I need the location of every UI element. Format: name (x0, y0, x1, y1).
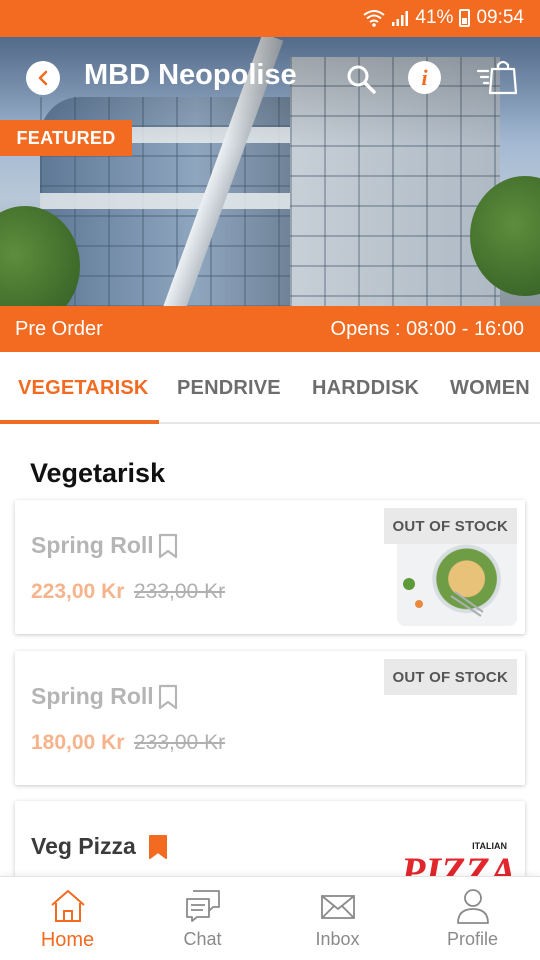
product-old-price: 233,00 Kr (134, 580, 226, 603)
nav-inbox[interactable]: Inbox (270, 877, 405, 960)
nav-home[interactable]: Home (0, 877, 135, 960)
info-icon: i (421, 64, 428, 90)
section-title: Vegetarisk (30, 458, 166, 488)
tab-vegetarisk[interactable]: VEGETARISK (18, 352, 149, 424)
store-title: MBD Neopolise (84, 59, 297, 91)
tab-harddisk[interactable]: HARDDISK (312, 352, 419, 424)
out-of-stock-badge: OUT OF STOCK (383, 508, 517, 544)
nav-label: Profile (446, 929, 499, 949)
featured-badge: FEATURED (0, 120, 132, 156)
product-name: Veg Pizza (31, 833, 136, 859)
cart-button[interactable] (476, 57, 520, 97)
status-indicators: 41% 09:54 (357, 7, 524, 29)
profile-icon (456, 889, 489, 924)
active-tab-indicator (0, 420, 159, 424)
product-price: 180,00 Kr (31, 731, 125, 754)
bookmark-outline-icon[interactable] (158, 684, 178, 710)
product-card[interactable]: Spring Roll 180,00 Kr 233,00 Kr OUT OF S… (15, 651, 525, 785)
nav-label: Home (40, 929, 95, 951)
product-name: Spring Roll (31, 532, 154, 558)
store-hero: MBD Neopolise i FEATURED (0, 37, 540, 306)
status-bar: 41% 09:54 (0, 0, 540, 37)
battery-icon (459, 9, 471, 27)
back-button[interactable] (26, 61, 60, 95)
tab-pendrive[interactable]: PENDRIVE (177, 352, 281, 424)
opening-hours: Opens : 08:00 - 16:00 (330, 318, 524, 340)
product-card[interactable]: Spring Roll 223,00 Kr 233,00 Kr OUT OF S… (15, 500, 525, 634)
category-tabs: VEGETARISK PENDRIVE HARDDISK WOMEN (0, 352, 540, 424)
search-button[interactable] (344, 62, 378, 96)
bookmark-filled-icon[interactable] (148, 834, 168, 860)
store-info-strip: Pre Order Opens : 08:00 - 16:00 (0, 306, 540, 352)
info-button[interactable]: i (408, 61, 441, 94)
search-icon (347, 65, 376, 94)
nav-chat[interactable]: Chat (135, 877, 270, 960)
product-price: 223,00 Kr (31, 580, 125, 603)
pre-order-label: Pre Order (15, 318, 103, 340)
wifi-icon (363, 10, 386, 27)
battery-percent: 41% (415, 7, 454, 28)
clock: 09:54 (476, 7, 524, 28)
inbox-icon (320, 895, 355, 919)
nav-label: Inbox (315, 929, 360, 949)
product-old-price: 233,00 Kr (134, 731, 226, 754)
bottom-navigation: Home Chat Inbox Profile (0, 876, 540, 960)
shopping-bag-icon (476, 60, 518, 95)
signal-icon (392, 11, 409, 26)
nav-profile[interactable]: Profile (405, 877, 540, 960)
home-icon (50, 890, 85, 922)
chevron-left-icon (38, 70, 48, 86)
nav-label: Chat (183, 929, 222, 949)
chat-icon (185, 890, 220, 922)
tab-women[interactable]: WOMEN (450, 352, 530, 424)
bookmark-outline-icon[interactable] (158, 533, 178, 559)
out-of-stock-badge: OUT OF STOCK (383, 659, 517, 695)
product-name: Spring Roll (31, 683, 154, 709)
